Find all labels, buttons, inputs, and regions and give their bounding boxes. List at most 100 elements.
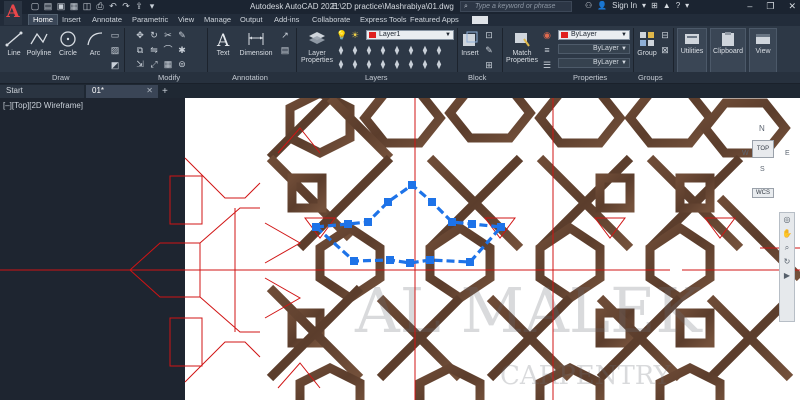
- pan-icon[interactable]: ✋: [780, 227, 794, 241]
- hatch-icon[interactable]: ▨: [110, 45, 120, 55]
- mirror-icon[interactable]: ⇋: [149, 45, 159, 55]
- file-tab-start[interactable]: Start: [0, 85, 84, 98]
- layer-tool-icon[interactable]: ⧫: [434, 45, 444, 55]
- layer-tool-icon[interactable]: ⧫: [378, 45, 388, 55]
- drawing-canvas[interactable]: AL MALEK CARPENTRY: [0, 98, 800, 400]
- layer-tool-icon[interactable]: ⧫: [406, 45, 416, 55]
- ribbon-toggle-button[interactable]: [472, 16, 488, 24]
- color-dropdown[interactable]: ByLayer ▼: [558, 30, 630, 40]
- restore-icon[interactable]: ❐: [766, 1, 774, 12]
- redo-icon[interactable]: ↷: [121, 1, 131, 11]
- save-icon[interactable]: ▣: [56, 1, 66, 11]
- draw-panel-label[interactable]: Draw: [52, 73, 70, 82]
- layer-tool-icon[interactable]: ⧫: [350, 59, 360, 69]
- group-edit-icon[interactable]: ⊠: [660, 45, 670, 55]
- layer-tool-icon[interactable]: ⧫: [336, 59, 346, 69]
- close-icon[interactable]: ✕: [146, 85, 153, 97]
- save-as-icon[interactable]: ▦: [69, 1, 79, 11]
- linetype-dropdown[interactable]: ByLayer ▼: [558, 44, 630, 54]
- layer-tool-icon[interactable]: ⧫: [420, 45, 430, 55]
- line-tool[interactable]: Line: [4, 30, 24, 57]
- ungroup-icon[interactable]: ⊟: [660, 30, 670, 40]
- leader-icon[interactable]: ↗: [280, 30, 290, 40]
- viewcube-west[interactable]: W: [742, 150, 749, 157]
- annotation-panel-label[interactable]: Annotation: [232, 73, 268, 82]
- fillet-icon[interactable]: ⌒: [163, 45, 173, 55]
- cart-icon[interactable]: ⊞: [651, 1, 658, 10]
- chevron-down-icon[interactable]: ▾: [642, 1, 646, 10]
- clipboard-tool[interactable]: Clipboard: [710, 32, 746, 55]
- properties-panel-label[interactable]: Properties: [573, 73, 607, 82]
- offset-icon[interactable]: ⊜: [177, 59, 187, 69]
- block-panel-label[interactable]: Block: [468, 73, 486, 82]
- web-icon[interactable]: ◫: [82, 1, 92, 11]
- tab-output[interactable]: Output: [240, 15, 263, 24]
- tab-parametric[interactable]: Parametric: [132, 15, 168, 24]
- tab-featured-apps[interactable]: Featured Apps: [410, 15, 459, 24]
- layer-tool-icon[interactable]: ⧫: [350, 45, 360, 55]
- search-input[interactable]: ⌕ Type a keyword or phrase: [460, 1, 572, 12]
- bulb-icon[interactable]: 💡: [336, 30, 347, 40]
- share-icon[interactable]: ⇪: [134, 1, 144, 11]
- viewcube-south[interactable]: S: [760, 166, 765, 173]
- erase-icon[interactable]: ✎: [177, 30, 187, 40]
- groups-panel-label[interactable]: Groups: [638, 73, 663, 82]
- layers-panel-label[interactable]: Layers: [365, 73, 388, 82]
- steering-wheel-icon[interactable]: ◎: [780, 213, 794, 227]
- layer-tool-icon[interactable]: ⧫: [378, 59, 388, 69]
- modify-panel-label[interactable]: Modify: [158, 73, 180, 82]
- tab-manage[interactable]: Manage: [204, 15, 231, 24]
- explode-icon[interactable]: ✱: [177, 45, 187, 55]
- minimize-icon[interactable]: –: [747, 1, 752, 12]
- color-wheel-icon[interactable]: ◉: [542, 30, 552, 40]
- arc-tool[interactable]: Arc: [85, 30, 105, 57]
- user-icon[interactable]: 👤: [597, 1, 607, 10]
- help-icon[interactable]: ?: [676, 1, 680, 10]
- rotate-icon[interactable]: ↻: [149, 30, 159, 40]
- layer-tool-icon[interactable]: ⧫: [434, 59, 444, 69]
- layer-tool-icon[interactable]: ⧫: [364, 59, 374, 69]
- orbit-icon[interactable]: ↻: [780, 255, 794, 269]
- file-tab-01[interactable]: 01* ✕: [86, 85, 158, 98]
- rectangle-icon[interactable]: ▭: [110, 30, 120, 40]
- tab-insert[interactable]: Insert: [62, 15, 81, 24]
- viewport-controls[interactable]: [–][Top][2D Wireframe]: [3, 101, 83, 110]
- chevron-down-icon[interactable]: ▾: [685, 1, 689, 10]
- dimension-tool[interactable]: Dimension: [238, 30, 274, 57]
- tab-view[interactable]: View: [178, 15, 194, 24]
- region-icon[interactable]: ◩: [110, 60, 120, 70]
- layer-tool-icon[interactable]: ⧫: [364, 45, 374, 55]
- close-icon[interactable]: ✕: [788, 1, 796, 12]
- zoom-icon[interactable]: ⌕: [780, 241, 794, 255]
- group-tool[interactable]: Group: [636, 30, 658, 57]
- edit-block-icon[interactable]: ✎: [484, 45, 494, 55]
- autocad-logo[interactable]: A: [4, 1, 22, 25]
- lineweight-icon[interactable]: ☰: [542, 60, 552, 70]
- table-icon[interactable]: ▤: [280, 45, 290, 55]
- copy-icon[interactable]: ⧉: [135, 45, 145, 55]
- new-icon[interactable]: ▢: [30, 1, 40, 11]
- lineweight-dropdown[interactable]: ByLayer ▼: [558, 58, 630, 68]
- layer-tool-icon[interactable]: ⧫: [336, 45, 346, 55]
- scale-icon[interactable]: ⤢: [149, 59, 159, 69]
- tab-home[interactable]: Home: [28, 14, 59, 25]
- layer-properties-tool[interactable]: Layer Properties: [300, 30, 334, 64]
- stretch-icon[interactable]: ⇲: [135, 59, 145, 69]
- move-icon[interactable]: ✥: [135, 30, 145, 40]
- match-properties-tool[interactable]: Match Properties: [506, 30, 538, 64]
- polyline-tool[interactable]: Polyline: [26, 30, 52, 57]
- sign-in-link[interactable]: Sign In: [612, 1, 637, 10]
- sun-icon[interactable]: ☀: [350, 30, 360, 40]
- viewcube-north[interactable]: N: [759, 124, 765, 133]
- layer-tool-icon[interactable]: ⧫: [392, 45, 402, 55]
- open-icon[interactable]: ▤: [43, 1, 53, 11]
- tab-add-ins[interactable]: Add-ins: [274, 15, 299, 24]
- create-block-icon[interactable]: ⊡: [484, 30, 494, 40]
- tab-express-tools[interactable]: Express Tools: [360, 15, 407, 24]
- tab-collaborate[interactable]: Collaborate: [312, 15, 350, 24]
- tab-annotate[interactable]: Annotate: [92, 15, 122, 24]
- viewcube-east[interactable]: E: [785, 150, 790, 157]
- layer-tool-icon[interactable]: ⧫: [420, 59, 430, 69]
- undo-icon[interactable]: ↶: [108, 1, 118, 11]
- plot-icon[interactable]: ⎙: [95, 1, 105, 11]
